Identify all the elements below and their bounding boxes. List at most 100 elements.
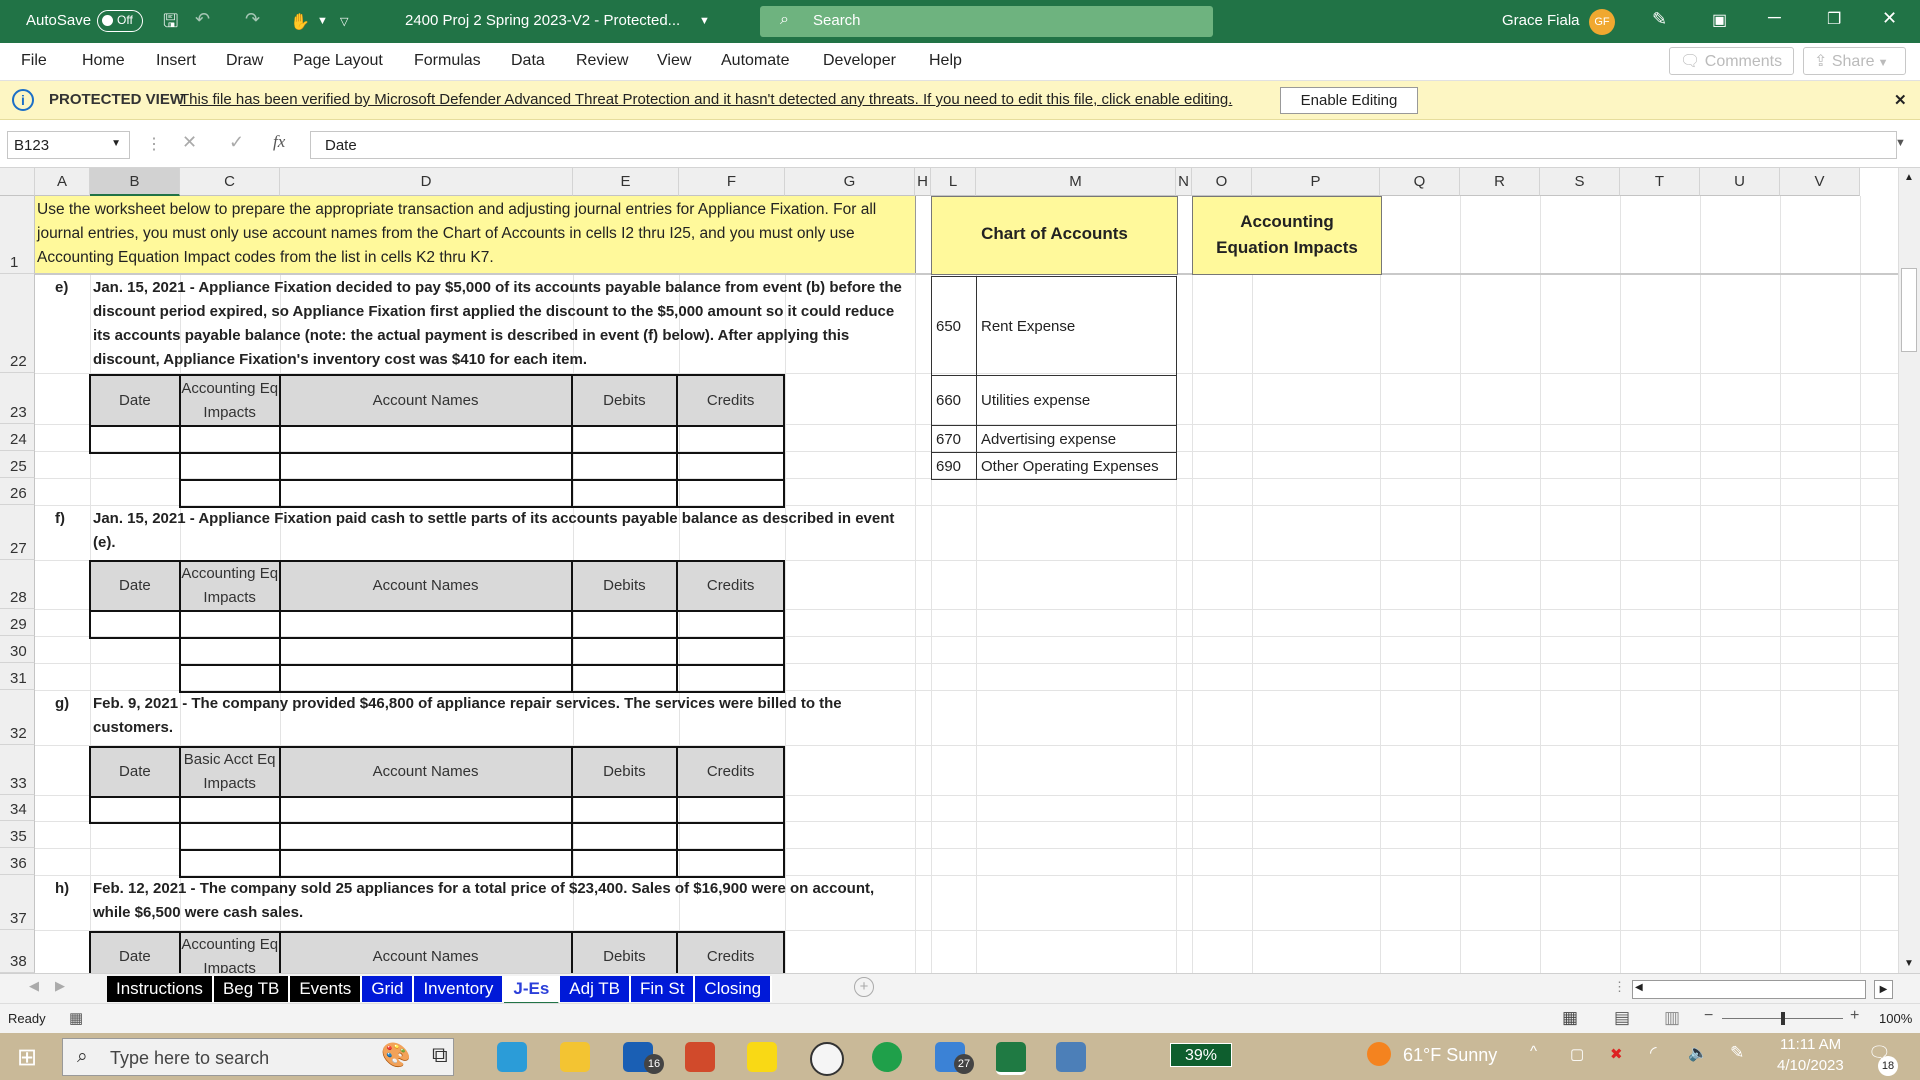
worksheet-grid[interactable]: A B C D E F G H L M N O P Q R S T U V 1 bbox=[0, 168, 1920, 973]
journal-row[interactable] bbox=[90, 822, 785, 851]
weather-icon[interactable] bbox=[1367, 1042, 1391, 1066]
clock-date[interactable]: 4/10/2023 bbox=[1777, 1057, 1844, 1074]
tab-scroll-left-icon[interactable]: ◀ bbox=[29, 978, 39, 994]
avatar[interactable]: GF bbox=[1589, 9, 1615, 35]
add-sheet-icon[interactable]: + bbox=[854, 977, 874, 997]
excel-icon[interactable] bbox=[996, 1042, 1026, 1075]
row-header-30[interactable]: 30 bbox=[0, 636, 35, 663]
col-header-u[interactable]: U bbox=[1700, 168, 1780, 196]
undo-icon[interactable]: ↶ bbox=[195, 9, 210, 30]
tray-icon[interactable]: ▢ bbox=[1570, 1045, 1584, 1063]
col-header-p[interactable]: P bbox=[1252, 168, 1380, 196]
title-dropdown-icon[interactable]: ▼ bbox=[699, 15, 710, 27]
close-icon[interactable]: ✕ bbox=[1882, 8, 1897, 29]
app-icon[interactable] bbox=[685, 1042, 715, 1072]
row-header-31[interactable]: 31 bbox=[0, 663, 35, 690]
scroll-down-icon[interactable]: ▼ bbox=[1904, 958, 1914, 969]
scroll-left-icon[interactable]: ◀ bbox=[1635, 982, 1643, 993]
volume-icon[interactable]: 🔈 bbox=[1688, 1043, 1708, 1063]
wifi-icon[interactable]: ◜ bbox=[1650, 1043, 1657, 1063]
journal-row[interactable] bbox=[89, 425, 785, 454]
name-box[interactable]: B123 ▼ bbox=[7, 131, 130, 159]
enable-editing-button[interactable]: Enable Editing bbox=[1280, 87, 1418, 114]
col-header-c[interactable]: C bbox=[180, 168, 280, 196]
expand-formula-icon[interactable]: ▼ bbox=[1895, 137, 1906, 149]
coa-row[interactable]: 690 Other Operating Expenses bbox=[931, 452, 1177, 480]
tab-beg-tb[interactable]: Beg TB bbox=[213, 976, 291, 1002]
formula-input[interactable]: Date bbox=[310, 131, 1897, 159]
row-header-26[interactable]: 26 bbox=[0, 478, 35, 505]
scroll-right-icon[interactable]: ▶ bbox=[1874, 980, 1893, 999]
journal-row[interactable] bbox=[90, 849, 785, 878]
tab-adj-tb[interactable]: Adj TB bbox=[560, 976, 632, 1002]
col-header-h[interactable]: H bbox=[915, 168, 931, 196]
zoom-slider-thumb[interactable] bbox=[1781, 1012, 1785, 1025]
minimize-icon[interactable]: ─ bbox=[1768, 7, 1781, 28]
row-header-36[interactable]: 36 bbox=[0, 848, 35, 875]
share-button[interactable]: ⇪ Share ▼ bbox=[1803, 47, 1906, 75]
row-header-35[interactable]: 35 bbox=[0, 821, 35, 848]
chevron-down-icon[interactable]: ▼ bbox=[111, 138, 121, 149]
edge-icon[interactable] bbox=[497, 1042, 527, 1072]
menu-page-layout[interactable]: Page Layout bbox=[293, 52, 383, 70]
menu-insert[interactable]: Insert bbox=[156, 52, 196, 70]
col-header-q[interactable]: Q bbox=[1380, 168, 1460, 196]
photos-icon[interactable] bbox=[1056, 1042, 1086, 1072]
page-break-view-icon[interactable]: ▥ bbox=[1664, 1008, 1680, 1028]
clock-icon[interactable] bbox=[810, 1042, 844, 1076]
accounting-equation-header[interactable]: Accounting Equation Impacts bbox=[1192, 196, 1382, 275]
tab-grid[interactable]: Grid bbox=[362, 976, 415, 1002]
pen-icon[interactable]: ✎ bbox=[1730, 1043, 1744, 1063]
zoom-in-icon[interactable]: + bbox=[1850, 1007, 1859, 1025]
col-header-o[interactable]: O bbox=[1192, 168, 1252, 196]
insert-function-icon[interactable]: fx bbox=[273, 132, 285, 152]
journal-row[interactable] bbox=[89, 796, 785, 824]
normal-view-icon[interactable]: ▦ bbox=[1562, 1008, 1578, 1028]
journal-row[interactable] bbox=[90, 637, 785, 666]
coa-row[interactable]: 660 Utilities expense bbox=[931, 375, 1177, 426]
comments-button[interactable]: 🗨 Comments bbox=[1669, 47, 1794, 75]
browser-icon[interactable] bbox=[872, 1042, 902, 1072]
tab-fin-st[interactable]: Fin St bbox=[631, 976, 696, 1002]
customize-qat-icon[interactable]: ▽ bbox=[340, 15, 348, 28]
zoom-out-icon[interactable]: − bbox=[1704, 1007, 1713, 1025]
menu-view[interactable]: View bbox=[657, 52, 691, 70]
row-header-38[interactable]: 38 bbox=[0, 930, 35, 973]
col-header-g[interactable]: G bbox=[785, 168, 915, 196]
col-header-m[interactable]: M bbox=[976, 168, 1176, 196]
journal-row[interactable] bbox=[89, 610, 785, 639]
menu-file[interactable]: File bbox=[21, 52, 47, 70]
tab-events[interactable]: Events bbox=[290, 976, 363, 1002]
journal-row[interactable] bbox=[90, 452, 785, 481]
tab-scroll-right-icon[interactable]: ▶ bbox=[55, 978, 65, 994]
menu-data[interactable]: Data bbox=[511, 52, 545, 70]
row-header-1[interactable]: 1 bbox=[0, 196, 35, 274]
col-header-s[interactable]: S bbox=[1540, 168, 1620, 196]
col-header-b[interactable]: B bbox=[90, 168, 180, 196]
sticky-notes-icon[interactable] bbox=[747, 1042, 777, 1072]
restore-icon[interactable]: ❐ bbox=[1827, 9, 1841, 29]
task-view-icon[interactable]: ⧉ bbox=[432, 1042, 462, 1072]
ribbon-display-icon[interactable]: ▣ bbox=[1712, 10, 1727, 30]
autosave-toggle[interactable]: Off bbox=[97, 10, 143, 32]
col-header-a[interactable]: A bbox=[35, 168, 90, 196]
menu-home[interactable]: Home bbox=[82, 52, 125, 70]
row-header-33[interactable]: 33 bbox=[0, 745, 35, 795]
cancel-icon[interactable]: ✕ bbox=[182, 132, 197, 153]
user-name[interactable]: Grace Fiala bbox=[1502, 12, 1580, 29]
coa-row[interactable]: 670 Advertising expense bbox=[931, 425, 1177, 453]
zoom-level[interactable]: 100% bbox=[1879, 1011, 1912, 1026]
taskbar-search[interactable]: ⌕ Type here to search 🎨 bbox=[62, 1038, 454, 1076]
tab-j-es[interactable]: J-Es bbox=[504, 976, 561, 1005]
row-header-37[interactable]: 37 bbox=[0, 875, 35, 930]
row-header-27[interactable]: 27 bbox=[0, 505, 35, 560]
menu-formulas[interactable]: Formulas bbox=[414, 52, 481, 70]
coa-row[interactable]: 650 Rent Expense bbox=[931, 276, 1177, 376]
chart-of-accounts-header[interactable]: Chart of Accounts bbox=[931, 196, 1178, 275]
close-icon[interactable]: ✕ bbox=[1894, 91, 1907, 109]
page-layout-view-icon[interactable]: ▤ bbox=[1614, 1008, 1630, 1028]
instructions-cell[interactable]: Use the worksheet below to prepare the a… bbox=[35, 196, 916, 273]
col-header-r[interactable]: R bbox=[1460, 168, 1540, 196]
horizontal-scrollbar[interactable]: ◀ bbox=[1632, 980, 1866, 999]
scroll-thumb[interactable] bbox=[1901, 268, 1917, 352]
